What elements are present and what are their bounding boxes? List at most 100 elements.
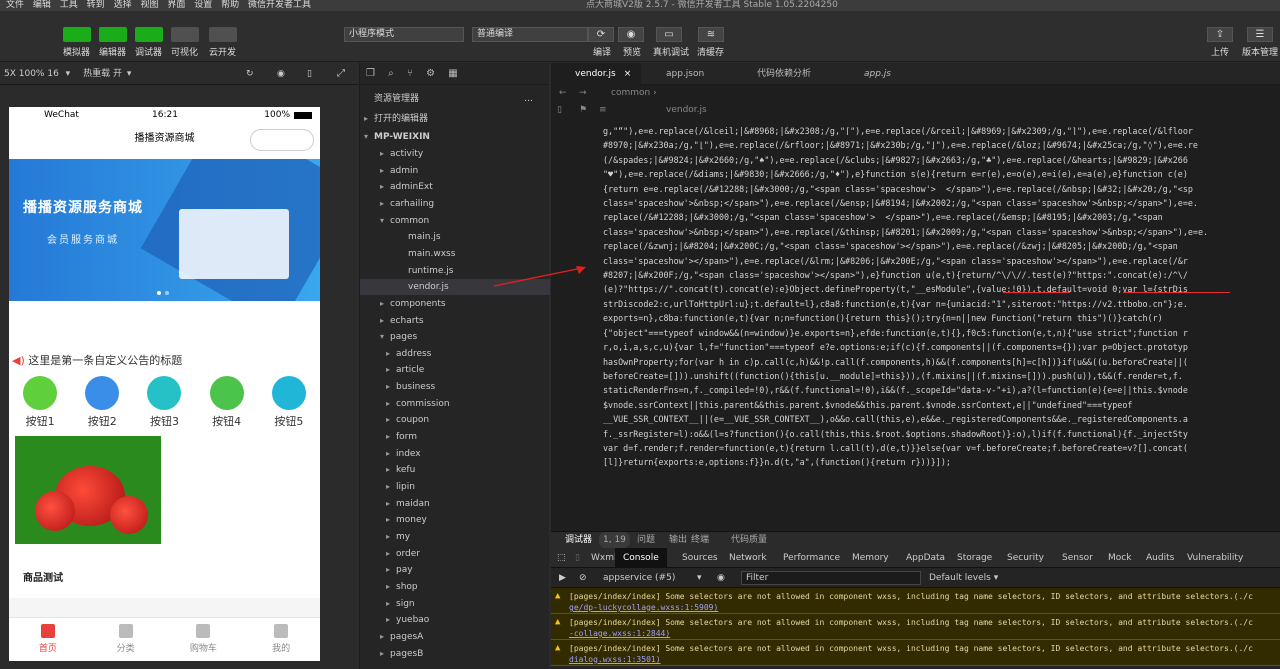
tree-item-money[interactable]: ▸ money [360,512,550,528]
grid-button-4[interactable]: 按钮4 [209,376,244,429]
banner[interactable]: 播播资源服务商城 会员服务商城 [9,159,320,301]
tree-item-pages[interactable]: ▾ pages [360,329,550,345]
more-icon[interactable]: … [524,91,544,107]
forward-icon[interactable]: → [579,85,587,102]
tree-item-components[interactable]: ▸ components [360,296,550,312]
menu-edit[interactable]: 编辑 [33,0,51,10]
console-warning[interactable]: ▲ [pages/index/index] Some selectors are … [551,614,1280,640]
devtools-tab-network[interactable]: Network [729,548,767,568]
rotate-icon[interactable]: ↻ [246,63,254,85]
crumb-file[interactable]: vendor.js [666,102,707,119]
tree-item-maidan[interactable]: ▸ maidan [360,496,550,512]
tree-item-echarts[interactable]: ▸ echarts [360,313,550,329]
devtools-tab-storage[interactable]: Storage [957,548,992,568]
tree-item-main-js[interactable]: main.js [360,229,550,245]
refresh-icon[interactable]: ⟳ [588,27,614,42]
tree-item-pay[interactable]: ▸ pay [360,562,550,578]
tree-item-my[interactable]: ▸ my [360,529,550,545]
simulator-toggle-button[interactable] [63,27,91,42]
menu-goto[interactable]: 转到 [87,0,105,10]
tree-item-adminext[interactable]: ▸ adminExt [360,179,550,195]
format-icon[interactable]: ≡ [599,102,607,119]
tree-item-pagesb[interactable]: ▸ pagesB [360,646,550,662]
tree-item-coupon[interactable]: ▸ coupon [360,412,550,428]
tree-item-carhailing[interactable]: ▸ carhailing [360,196,550,212]
layers-icon[interactable]: ≋ [698,27,724,42]
phone-debug-icon[interactable]: ▭ [656,27,682,42]
devtools-tab-memory[interactable]: Memory [852,548,889,568]
tree-item-lipin[interactable]: ▸ lipin [360,479,550,495]
bookmark-icon[interactable]: ⚑ [579,102,587,119]
warning-source-link[interactable]: dialog.wxss:1:3501) [569,655,661,664]
menu-file[interactable]: 文件 [6,0,24,10]
tree-item-common[interactable]: ▾ common [360,213,550,229]
search-icon[interactable]: ⌕ [388,68,394,79]
project-root[interactable]: ▾ MP-WEIXIN [360,129,550,145]
grid-button-3[interactable]: 按钮3 [147,376,182,429]
levels-select[interactable]: Default levels ▾ [929,568,998,588]
device-icon[interactable]: ▯ [575,548,580,568]
devtools-tab-mock[interactable]: Mock [1108,548,1131,568]
code-content[interactable]: g,"“"),e=e.replace(/&lceil;|&#8968;|&#x2… [551,124,1280,470]
eye-filter-icon[interactable]: ◉ [717,568,725,588]
tree-item-activity[interactable]: ▸ activity [360,146,550,162]
tab-category[interactable]: 分类 [87,618,165,661]
device-select[interactable]: 5X 100% 16 [4,69,59,79]
tree-item-order[interactable]: ▸ order [360,546,550,562]
menu-interface[interactable]: 界面 [167,0,185,10]
devtools-tab-security[interactable]: Security [1007,548,1044,568]
tree-item-yuebao[interactable]: ▸ yuebao [360,612,550,628]
product-title[interactable]: 商品测试 [23,569,63,584]
tab-mine[interactable]: 我的 [242,618,320,661]
tree-item-pagesa[interactable]: ▸ pagesA [360,629,550,645]
close-icon[interactable]: × [624,69,632,79]
debug-tab-0[interactable]: 调试器 [565,532,592,548]
extensions-icon[interactable]: ▦ [448,68,457,79]
debug-tab-5[interactable]: 代码质量 [731,532,767,548]
tree-item-admin[interactable]: ▸ admin [360,163,550,179]
tab-app-js[interactable]: app.js [854,63,914,85]
upload-icon[interactable]: ⇪ [1207,27,1233,42]
sidebar-toggle-icon[interactable]: ▶︎ [559,568,566,588]
tab-app-json[interactable]: app.json [651,63,731,85]
filter-input[interactable]: Filter [741,571,921,585]
tree-item-form[interactable]: ▸ form [360,429,550,445]
tree-item-article[interactable]: ▸ article [360,362,550,378]
devtools-tab-audits[interactable]: Audits [1146,548,1174,568]
eye-icon[interactable]: ◉ [618,27,644,42]
grid-button-5[interactable]: 按钮5 [271,376,306,429]
menu-settings[interactable]: 设置 [194,0,212,10]
debug-tab-3[interactable]: 输出 [669,532,687,548]
phone-icon[interactable]: ▯ [307,63,312,85]
tab-vendor-js[interactable]: vendor.js × [551,63,641,85]
menu-devtools[interactable]: 微信开发者工具 [248,0,311,10]
grid-button-1[interactable]: 按钮1 [23,376,58,429]
devtools-tab-sources[interactable]: Sources [682,548,718,568]
version-icon[interactable]: ☰ [1247,27,1273,42]
tree-item-business[interactable]: ▸ business [360,379,550,395]
devtools-tab-sensor[interactable]: Sensor [1062,548,1093,568]
tree-item-commission[interactable]: ▸ commission [360,396,550,412]
cloud-dev-button[interactable] [209,27,237,42]
console-warning[interactable]: ▲ [pages/index/index] Some selectors are … [551,588,1280,614]
devtools-tab-performance[interactable]: Performance [783,548,840,568]
tree-item-address[interactable]: ▸ address [360,346,550,362]
devtools-tab-vulnerability[interactable]: Vulnerability [1187,548,1243,568]
devtools-tab-appdata[interactable]: AppData [906,548,945,568]
console-warning[interactable]: ▲ [pages/index/index] Some selectors are … [551,640,1280,666]
tree-item-sign[interactable]: ▸ sign [360,596,550,612]
product-image[interactable] [15,436,161,544]
back-icon[interactable]: ← [559,85,567,102]
warning-source-link[interactable]: -collage.wxss:1:2844) [569,629,670,638]
tab-dependency[interactable]: 代码依赖分析 [747,63,847,85]
files-icon[interactable]: ❐ [366,68,375,79]
compile-select[interactable]: 普通编译 [472,27,588,42]
editor-toggle-button[interactable] [99,27,127,42]
capsule-button[interactable] [250,129,314,151]
menu-help[interactable]: 帮助 [221,0,239,10]
git-icon[interactable]: ⑂ [407,68,413,79]
menu-view[interactable]: 视图 [140,0,158,10]
tree-item-main-wxss[interactable]: main.wxss [360,246,550,262]
tree-item-index[interactable]: ▸ index [360,446,550,462]
menu-select[interactable]: 选择 [114,0,132,10]
